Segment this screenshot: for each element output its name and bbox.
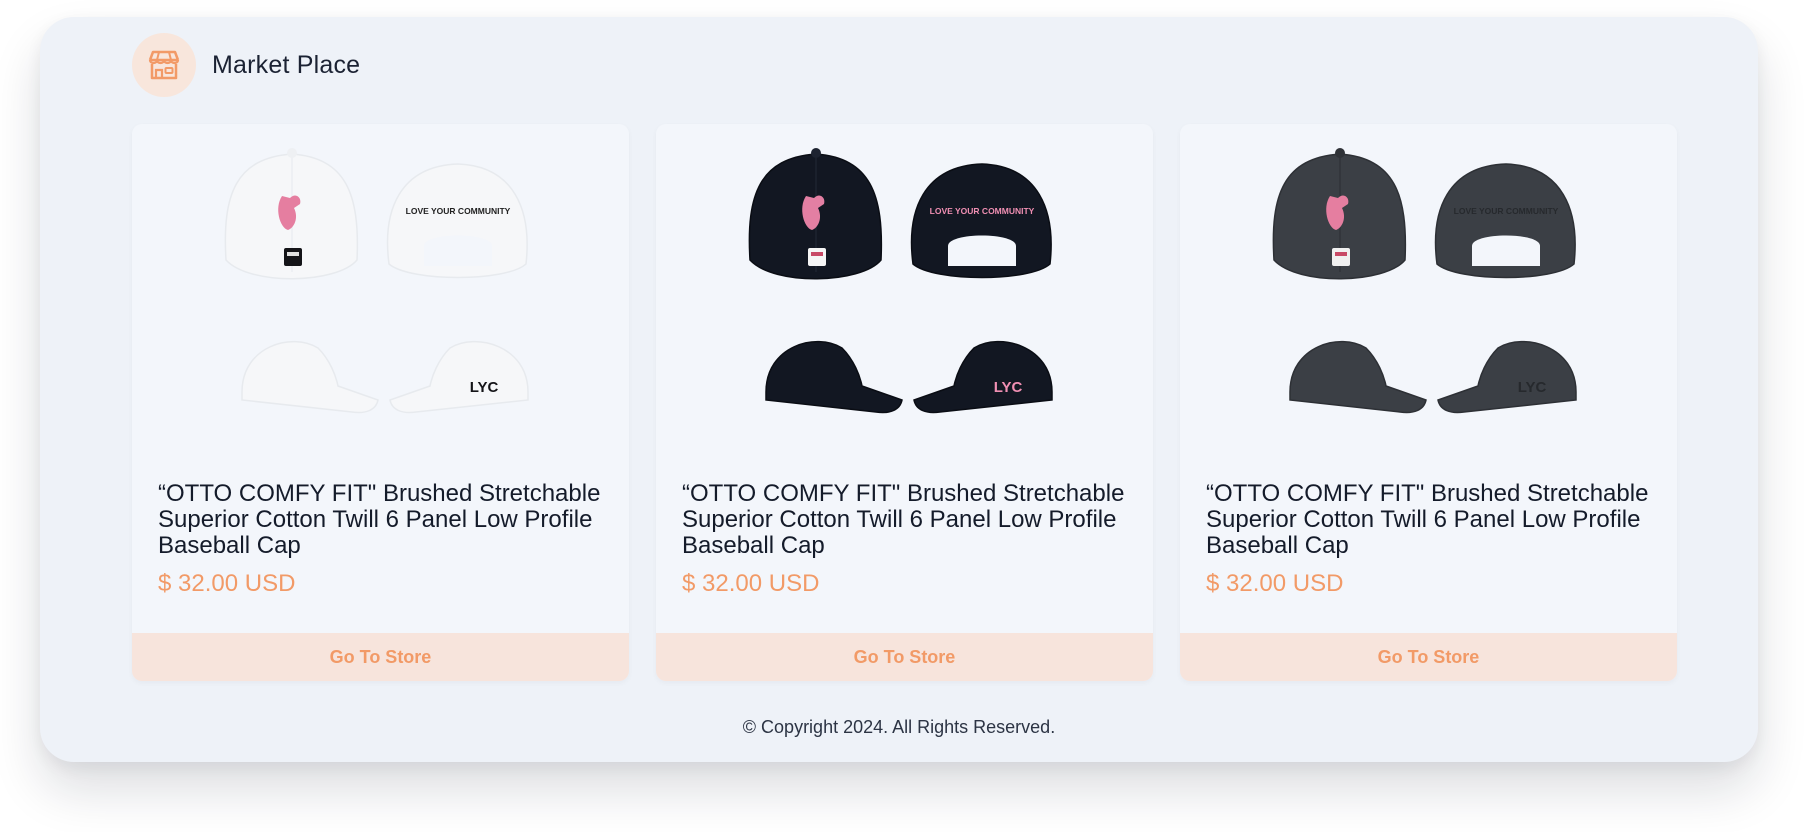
marketplace-title: Market Place xyxy=(212,50,361,79)
cap-right-side-view: LYC xyxy=(1437,340,1577,414)
go-to-store-button[interactable]: Go To Store xyxy=(1180,633,1677,681)
go-to-store-button[interactable]: Go To Store xyxy=(132,633,629,681)
marketplace-header: Market Place xyxy=(132,33,360,97)
cap-back-view: LOVE YOUR COMMUNITY xyxy=(386,163,528,279)
cap-right-side-view: LYC xyxy=(389,340,529,414)
black-baseball-cap-image[interactable]: LOVE YOUR COMMUNITY LYC xyxy=(656,124,1153,454)
go-to-store-button[interactable]: Go To Store xyxy=(656,633,1153,681)
cap-side-text: LYC xyxy=(994,379,1023,396)
cap-left-side-view xyxy=(1289,340,1427,414)
cap-side-text: LYC xyxy=(470,379,499,396)
white-baseball-cap-image[interactable]: LOVE YOUR COMMUNITY LYC xyxy=(132,124,629,454)
charcoal-baseball-cap-image[interactable]: LOVE YOUR COMMUNITY LYC xyxy=(1180,124,1677,454)
cap-back-text: LOVE YOUR COMMUNITY xyxy=(930,206,1035,216)
marketplace-panel: Market Place LOVE YOUR COMMUNITY LYC “OT… xyxy=(40,17,1758,762)
storefront-icon-graphic xyxy=(148,50,180,80)
cap-side-text: LYC xyxy=(1518,379,1547,396)
product-price: $ 32.00 USD xyxy=(158,570,296,597)
cap-left-side-view xyxy=(765,340,903,414)
storefront-icon xyxy=(132,33,196,97)
product-card[interactable]: LOVE YOUR COMMUNITY LYC “OTTO COMFY FIT"… xyxy=(656,124,1153,681)
product-price: $ 32.00 USD xyxy=(682,570,820,597)
cap-back-view: LOVE YOUR COMMUNITY xyxy=(910,163,1052,279)
cap-left-side-view xyxy=(241,340,379,414)
product-card-list: LOVE YOUR COMMUNITY LYC “OTTO COMFY FIT"… xyxy=(132,124,1677,681)
product-title: “OTTO COMFY FIT" Brushed Stretchable Sup… xyxy=(682,480,1125,559)
product-price: $ 32.00 USD xyxy=(1206,570,1344,597)
cap-back-text: LOVE YOUR COMMUNITY xyxy=(1454,206,1559,216)
product-card[interactable]: LOVE YOUR COMMUNITY LYC “OTTO COMFY FIT"… xyxy=(132,124,629,681)
copyright-footer: © Copyright 2024. All Rights Reserved. xyxy=(742,717,1056,737)
product-title: “OTTO COMFY FIT" Brushed Stretchable Sup… xyxy=(1206,480,1649,559)
cap-front-view xyxy=(748,148,883,280)
product-title: “OTTO COMFY FIT" Brushed Stretchable Sup… xyxy=(158,480,601,559)
cap-back-view: LOVE YOUR COMMUNITY xyxy=(1434,163,1576,279)
cap-right-side-view: LYC xyxy=(913,340,1053,414)
cap-front-view xyxy=(1272,148,1407,280)
product-card[interactable]: LOVE YOUR COMMUNITY LYC “OTTO COMFY FIT"… xyxy=(1180,124,1677,681)
cap-back-text: LOVE YOUR COMMUNITY xyxy=(406,206,511,216)
cap-front-view xyxy=(224,148,359,280)
